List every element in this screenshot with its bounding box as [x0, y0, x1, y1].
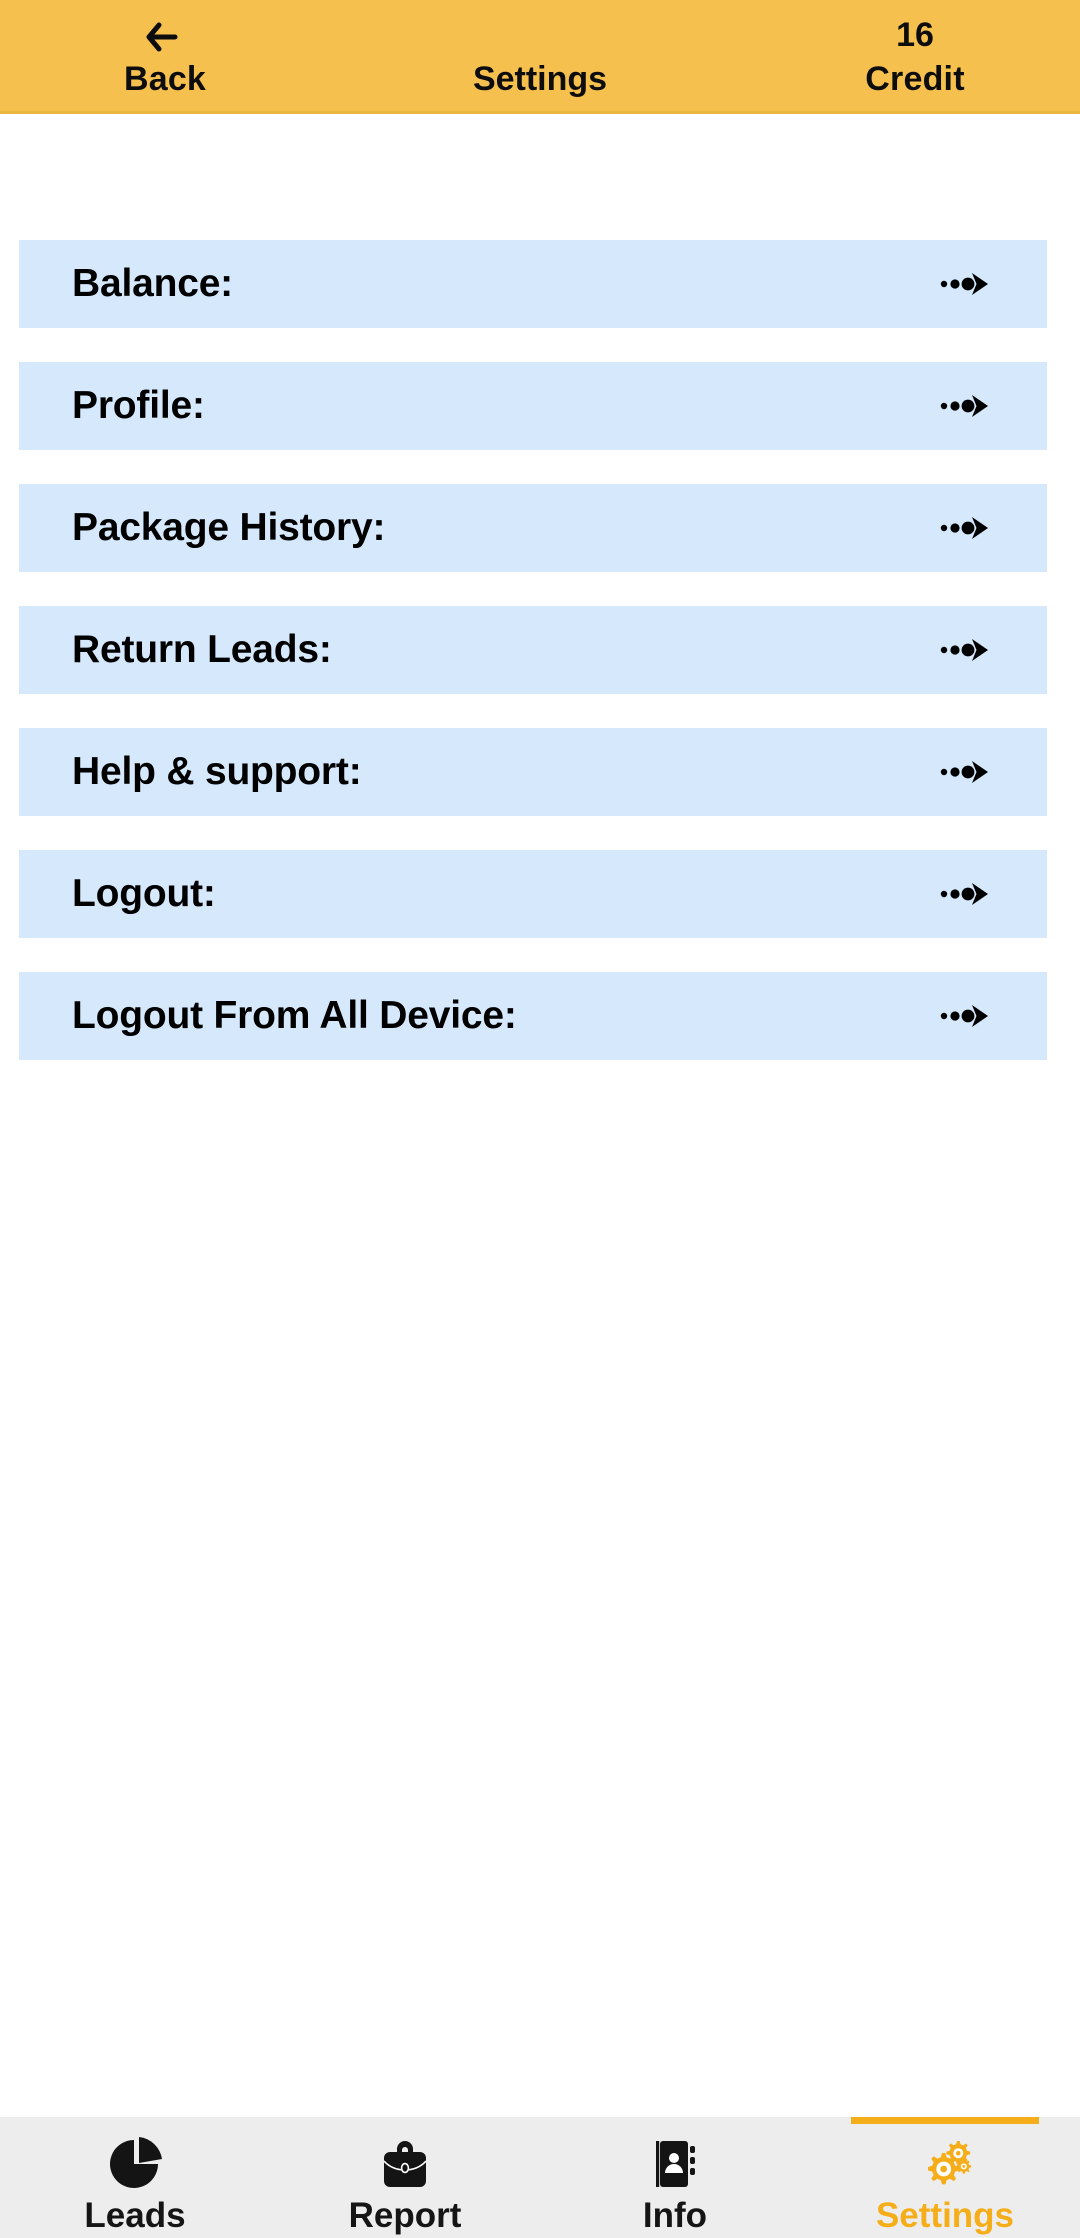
- settings-row-label: Help & support:: [72, 750, 362, 793]
- page-title: Settings: [472, 60, 608, 98]
- credit-label: Credit: [865, 60, 965, 98]
- settings-row-label: Balance:: [72, 262, 233, 305]
- settings-row-label: Logout From All Device:: [72, 994, 517, 1037]
- settings-row-help-support[interactable]: Help & support:: [19, 728, 1047, 816]
- settings-list: Balance: Profile: Package History: Retur…: [19, 240, 1047, 1060]
- tab-info[interactable]: Info: [540, 2117, 810, 2238]
- page-title-container: Settings: [330, 59, 750, 111]
- settings-row-balance[interactable]: Balance:: [19, 240, 1047, 328]
- dotted-arrow-right-icon: [939, 1001, 995, 1031]
- tab-label: Info: [642, 2196, 708, 2235]
- tab-label: Leads: [84, 2196, 186, 2235]
- bottom-navigation-bar: Leads Report Info Settings: [0, 2117, 1080, 2238]
- gears-icon: [916, 2133, 974, 2195]
- tab-report[interactable]: Report: [270, 2117, 540, 2238]
- dotted-arrow-right-icon: [939, 757, 995, 787]
- address-book-icon: [646, 2133, 704, 2195]
- settings-row-label: Return Leads:: [72, 628, 332, 671]
- settings-row-logout-all-devices[interactable]: Logout From All Device:: [19, 972, 1047, 1060]
- dotted-arrow-right-icon: [939, 269, 995, 299]
- settings-row-profile[interactable]: Profile:: [19, 362, 1047, 450]
- briefcase-icon: [376, 2133, 434, 2195]
- tab-label: Settings: [875, 2196, 1015, 2235]
- arrow-left-icon: [145, 21, 185, 53]
- pie-chart-icon: [106, 2133, 164, 2195]
- dotted-arrow-right-icon: [939, 391, 995, 421]
- back-button-label: Back: [123, 60, 207, 98]
- credit-value: 16: [896, 16, 934, 54]
- dotted-arrow-right-icon: [939, 879, 995, 909]
- credit-indicator[interactable]: 16 Credit: [750, 15, 1080, 111]
- settings-row-label: Package History:: [72, 506, 386, 549]
- back-button[interactable]: Back: [0, 21, 330, 111]
- dotted-arrow-right-icon: [939, 635, 995, 665]
- settings-row-logout[interactable]: Logout:: [19, 850, 1047, 938]
- settings-row-label: Logout:: [72, 872, 216, 915]
- tab-label: Report: [348, 2196, 462, 2235]
- tab-leads[interactable]: Leads: [0, 2117, 270, 2238]
- app-screen: Back Settings 16 Credit Balance: Profile…: [0, 0, 1080, 2238]
- settings-row-return-leads[interactable]: Return Leads:: [19, 606, 1047, 694]
- dotted-arrow-right-icon: [939, 513, 995, 543]
- tab-settings[interactable]: Settings: [810, 2117, 1080, 2238]
- active-tab-indicator: [851, 2117, 1039, 2124]
- app-header: Back Settings 16 Credit: [0, 0, 1080, 114]
- settings-row-label: Profile:: [72, 384, 205, 427]
- settings-row-package-history[interactable]: Package History:: [19, 484, 1047, 572]
